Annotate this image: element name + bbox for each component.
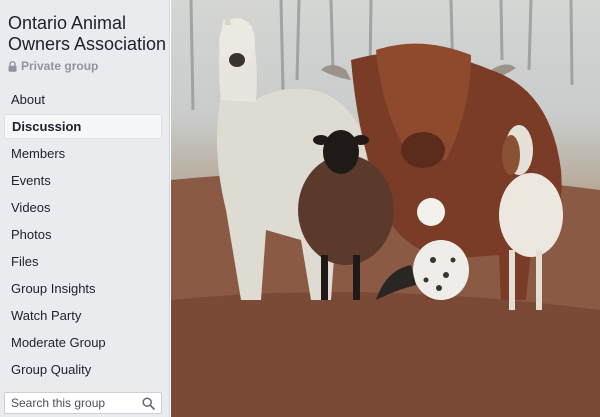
nav-item-about[interactable]: About: [4, 86, 162, 113]
group-nav: About Discussion Members Events Videos P…: [0, 86, 170, 383]
lock-icon: [8, 60, 17, 72]
nav-item-moderate-group[interactable]: Moderate Group: [4, 329, 162, 356]
group-sidebar: Ontario Animal Owners Association Privat…: [0, 0, 170, 417]
group-name[interactable]: Ontario Animal Owners Association: [8, 13, 168, 55]
group-search: [4, 392, 162, 414]
nav-item-group-insights[interactable]: Group Insights: [4, 275, 162, 302]
privacy-label: Private group: [8, 59, 98, 73]
privacy-text: Private group: [21, 59, 99, 73]
search-input[interactable]: [5, 393, 135, 413]
nav-item-discussion[interactable]: Discussion: [4, 114, 162, 139]
nav-item-watch-party[interactable]: Watch Party: [4, 302, 162, 329]
nav-item-group-quality[interactable]: Group Quality: [4, 356, 162, 383]
cover-photo-animals: [171, 0, 600, 417]
search-icon[interactable]: [142, 397, 155, 410]
nav-item-events[interactable]: Events: [4, 167, 162, 194]
nav-item-members[interactable]: Members: [4, 140, 162, 167]
nav-item-files[interactable]: Files: [4, 248, 162, 275]
cover-photo[interactable]: [171, 0, 600, 417]
nav-item-photos[interactable]: Photos: [4, 221, 162, 248]
nav-item-videos[interactable]: Videos: [4, 194, 162, 221]
